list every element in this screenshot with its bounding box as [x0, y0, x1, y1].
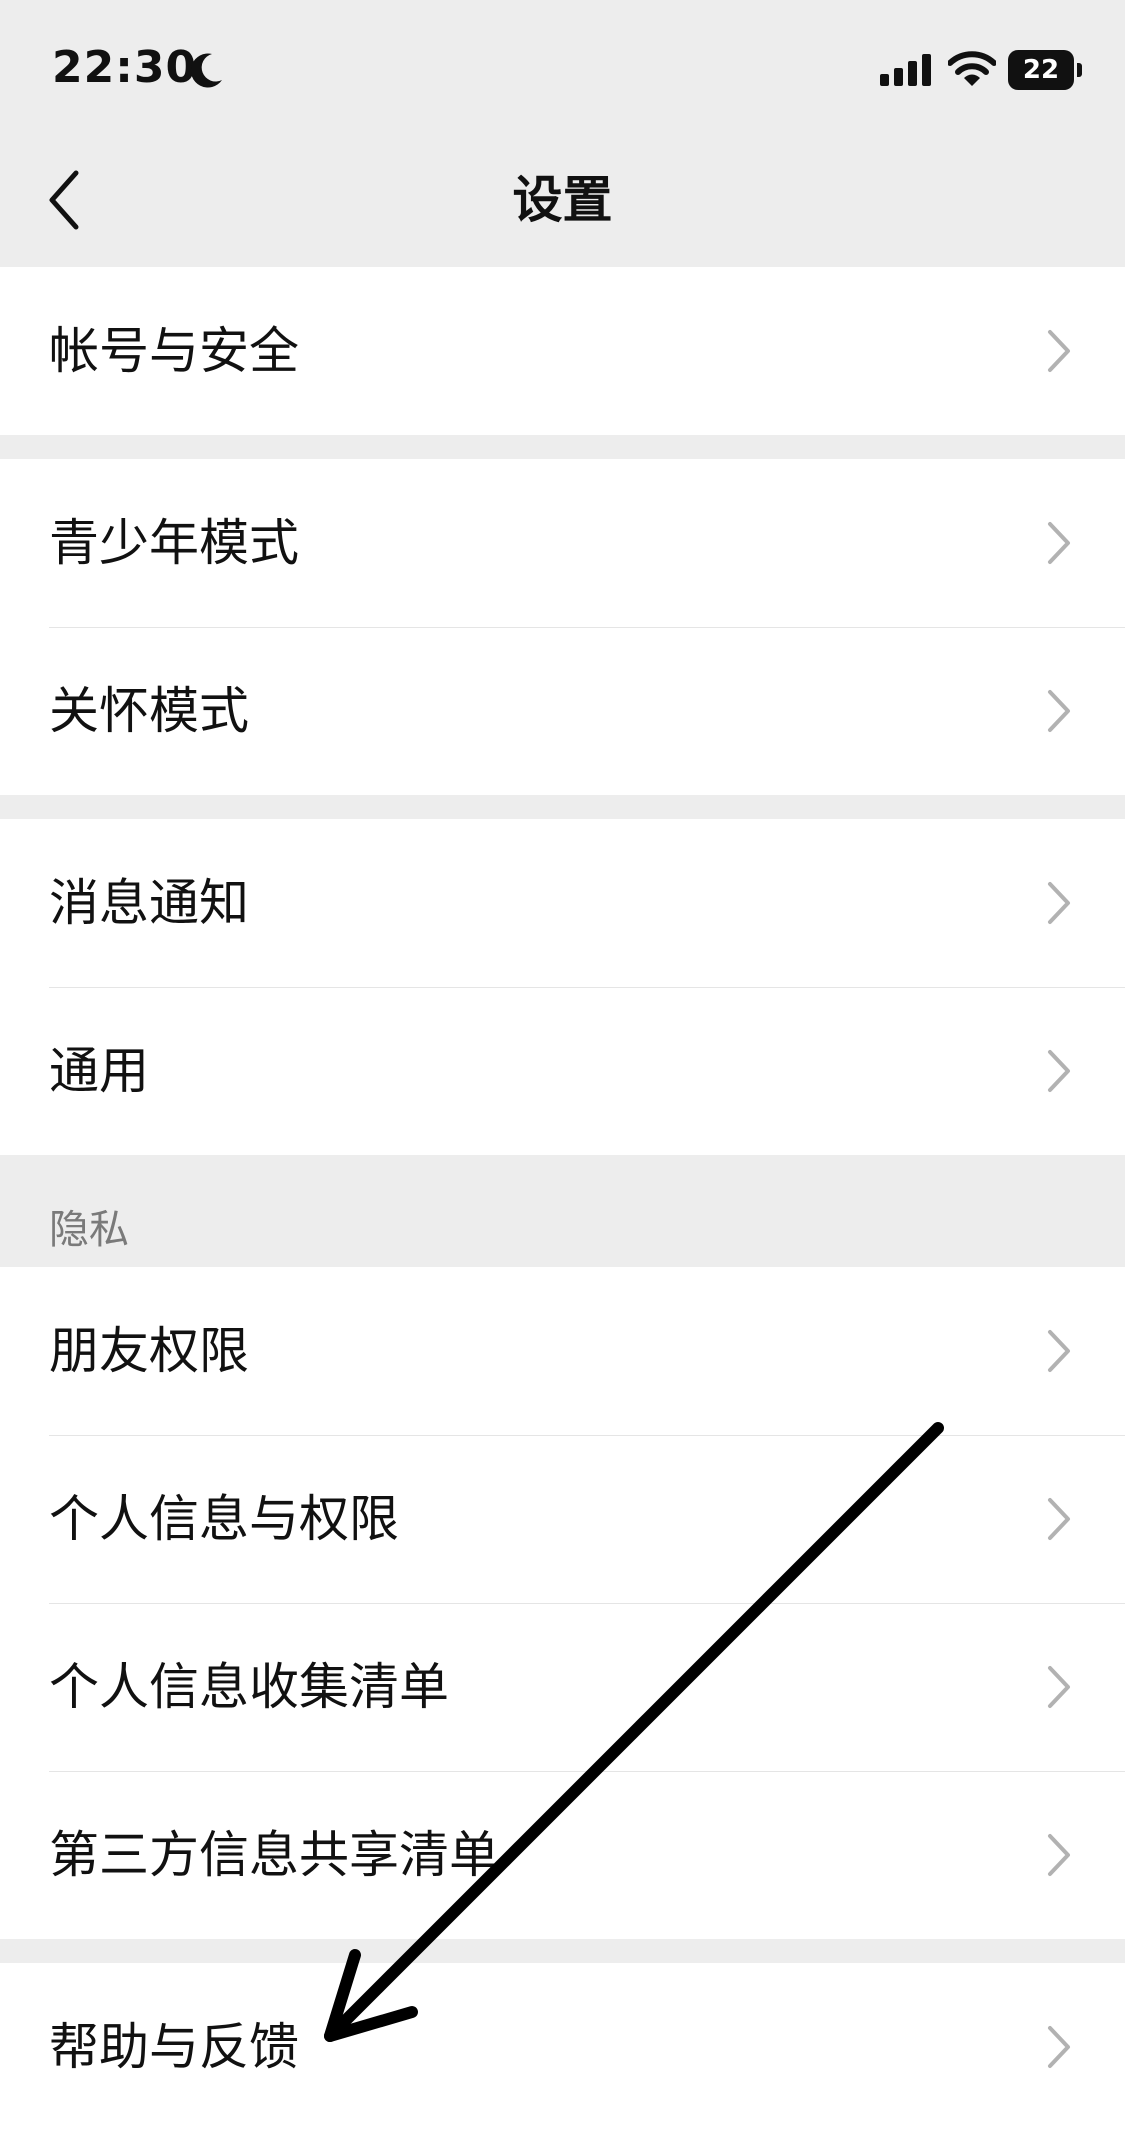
settings-group-privacy: 朋友权限 个人信息与权限 个人信息收集清单 第三方信息共享清单	[0, 1267, 1125, 1939]
nav-bar: 设置	[0, 135, 1125, 267]
settings-item-label: 青少年模式	[49, 514, 299, 572]
settings-group: 帐号与安全	[0, 267, 1125, 435]
settings-item-label: 通用	[49, 1042, 149, 1100]
chevron-right-icon	[1048, 690, 1070, 732]
settings-item-youth-mode[interactable]: 青少年模式	[0, 459, 1125, 627]
settings-group: 消息通知 通用	[0, 819, 1125, 1155]
wifi-icon	[948, 51, 996, 86]
settings-item-personal-info-permissions[interactable]: 个人信息与权限	[0, 1435, 1125, 1603]
section-title-privacy: 隐私	[49, 1207, 129, 1253]
chevron-right-icon	[1048, 1050, 1070, 1092]
status-bar: 22:30 22	[0, 0, 1125, 135]
chevron-right-icon	[1048, 1834, 1070, 1876]
settings-item-personal-info-collection[interactable]: 个人信息收集清单	[0, 1603, 1125, 1771]
chevron-right-icon	[1048, 1666, 1070, 1708]
chevron-right-icon	[1048, 882, 1070, 924]
status-time: 22:30	[52, 42, 198, 93]
settings-group: 青少年模式 关怀模式	[0, 459, 1125, 795]
settings-item-label: 第三方信息共享清单	[49, 1826, 499, 1884]
moon-icon	[190, 53, 222, 88]
chevron-right-icon	[1048, 1498, 1070, 1540]
chevron-right-icon	[1048, 330, 1070, 372]
settings-item-third-party-sharing[interactable]: 第三方信息共享清单	[0, 1771, 1125, 1939]
settings-item-label: 关怀模式	[49, 682, 249, 740]
settings-item-friend-permissions[interactable]: 朋友权限	[0, 1267, 1125, 1435]
page-title: 设置	[512, 171, 613, 229]
settings-item-label: 个人信息与权限	[49, 1490, 399, 1548]
settings-item-general[interactable]: 通用	[0, 987, 1125, 1155]
settings-item-label: 帮助与反馈	[49, 2018, 299, 2076]
chevron-right-icon	[1048, 522, 1070, 564]
settings-item-care-mode[interactable]: 关怀模式	[0, 627, 1125, 795]
chevron-right-icon	[1048, 1330, 1070, 1372]
chevron-right-icon	[1048, 2026, 1070, 2068]
settings-item-help-feedback[interactable]: 帮助与反馈	[0, 1963, 1125, 2131]
settings-group: 帮助与反馈	[0, 1963, 1125, 2131]
battery-icon: 22	[1008, 50, 1082, 90]
settings-item-label: 帐号与安全	[49, 322, 299, 380]
settings-item-account-security[interactable]: 帐号与安全	[0, 267, 1125, 435]
settings-item-label: 朋友权限	[49, 1322, 249, 1380]
settings-item-notifications[interactable]: 消息通知	[0, 819, 1125, 987]
settings-item-label: 个人信息收集清单	[49, 1658, 449, 1716]
settings-item-label: 消息通知	[49, 874, 249, 932]
battery-level: 22	[1008, 50, 1074, 90]
signal-icon	[880, 54, 931, 86]
